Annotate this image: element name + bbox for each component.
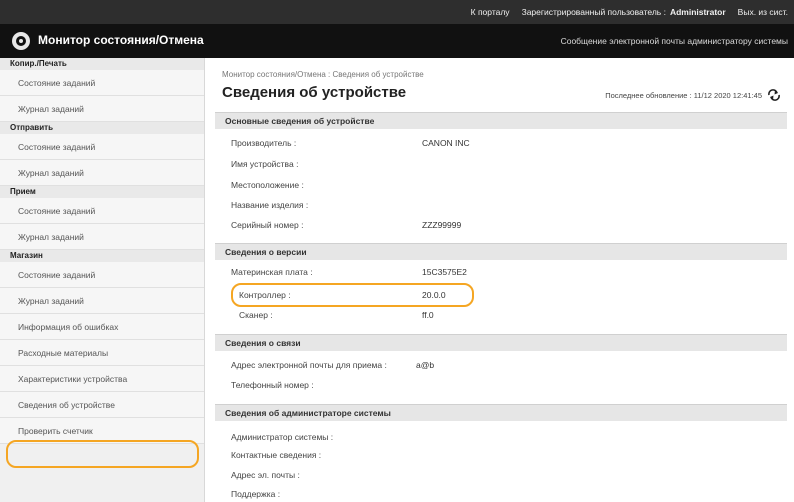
serial-value: ZZZ99999: [422, 220, 462, 230]
sidebar-item-device-info[interactable]: Сведения об устройстве: [0, 392, 204, 418]
sidebar-category-copy-print: Копир./Печать: [0, 58, 204, 70]
manufacturer-value: CANON INC: [422, 138, 470, 148]
portal-link[interactable]: К порталу: [471, 7, 510, 17]
support-label: Поддержка :: [231, 489, 281, 499]
sidebar-item-copy-job-log[interactable]: Журнал заданий: [0, 96, 204, 122]
motherboard-value: 15C3575E2: [422, 267, 467, 277]
phone-label: Телефонный номер :: [231, 380, 314, 390]
sidebar-item-error-info[interactable]: Информация об ошибках: [0, 314, 204, 340]
title-bar: Монитор состояния/Отмена Сообщение элект…: [0, 24, 794, 58]
receive-email-value: a@b: [416, 360, 435, 370]
sidebar-item-send-job-status[interactable]: Состояние заданий: [0, 134, 204, 160]
scanner-value: ff.0: [422, 310, 434, 320]
sidebar-category-storage: Магазин: [0, 250, 204, 262]
section-version-info: Сведения о версии: [215, 243, 787, 260]
sysadmin-label: Администратор системы :: [231, 432, 334, 442]
user-label: Зарегистрированный пользователь :: [521, 7, 666, 17]
monitor-logo-icon: [12, 32, 30, 50]
section-contact-info: Сведения о связи: [215, 334, 787, 351]
sidebar: Копир./Печать Состояние заданий Журнал з…: [0, 58, 205, 502]
device-info-highlight: [6, 440, 199, 468]
sidebar-item-receive-job-log[interactable]: Журнал заданий: [0, 224, 204, 250]
product-name-label: Название изделия :: [231, 200, 309, 210]
sidebar-item-storage-job-status[interactable]: Состояние заданий: [0, 262, 204, 288]
serial-label: Серийный номер :: [231, 220, 304, 230]
sidebar-category-send: Отправить: [0, 122, 204, 134]
refresh-icon[interactable]: [767, 89, 781, 101]
sidebar-item-device-features[interactable]: Характеристики устройства: [0, 366, 204, 392]
sidebar-item-send-job-log[interactable]: Журнал заданий: [0, 160, 204, 186]
sidebar-item-copy-job-status[interactable]: Состояние заданий: [0, 70, 204, 96]
sidebar-item-device-info-label: Сведения об устройстве: [18, 400, 115, 410]
top-links: К порталу Зарегистрированный пользовател…: [459, 0, 788, 24]
user-name: Administrator: [669, 7, 726, 17]
contact-info-label: Контактные сведения :: [231, 450, 322, 460]
app-title: Монитор состояния/Отмена: [38, 33, 204, 47]
mail-admin-link[interactable]: Сообщение электронной почты администрато…: [561, 36, 788, 46]
last-update-text: Последнее обновление : 11/12 2020 12:41:…: [605, 90, 762, 100]
page-title: Сведения об устройстве: [222, 84, 407, 101]
device-name-label: Имя устройства :: [231, 159, 299, 169]
location-label: Местоположение :: [231, 180, 304, 190]
last-update: Последнее обновление : 11/12 2020 12:41:…: [605, 89, 781, 101]
sidebar-item-storage-job-log[interactable]: Журнал заданий: [0, 288, 204, 314]
section-basic-info: Основные сведения об устройстве: [215, 112, 787, 129]
main-content: Монитор состояния/Отмена : Сведения об у…: [215, 58, 787, 502]
motherboard-label: Материнская плата :: [231, 267, 313, 277]
scanner-label: Сканер :: [239, 310, 273, 320]
sidebar-item-receive-job-status[interactable]: Состояние заданий: [0, 198, 204, 224]
sidebar-category-receive: Прием: [0, 186, 204, 198]
sidebar-item-consumables[interactable]: Расходные материалы: [0, 340, 204, 366]
manufacturer-label: Производитель :: [231, 138, 297, 148]
logout-link[interactable]: Вых. из сист.: [738, 7, 788, 17]
breadcrumb[interactable]: Монитор состояния/Отмена : Сведения об у…: [222, 70, 424, 79]
controller-highlight: [231, 283, 474, 307]
receive-email-label: Адрес электронной почты для приема :: [231, 360, 387, 370]
admin-email-label: Адрес эл. почты :: [231, 470, 300, 480]
top-bar: К порталу Зарегистрированный пользовател…: [0, 0, 794, 24]
section-admin-info: Сведения об администраторе системы: [215, 404, 787, 421]
